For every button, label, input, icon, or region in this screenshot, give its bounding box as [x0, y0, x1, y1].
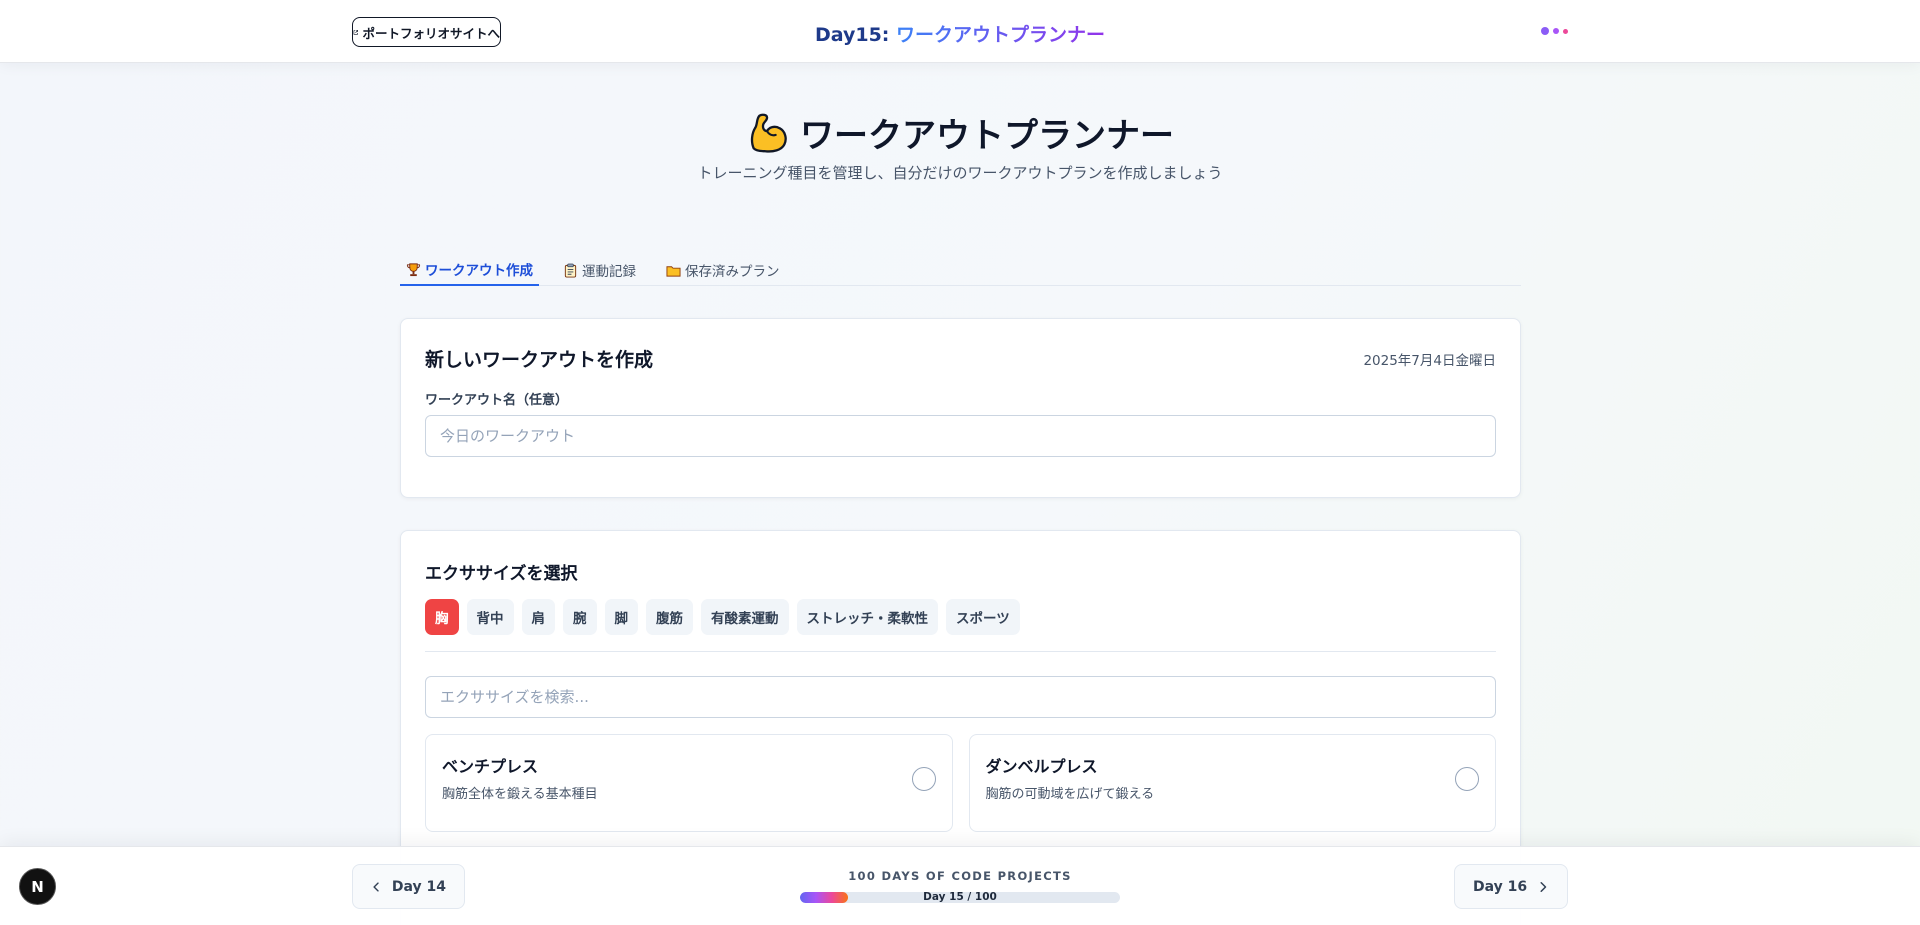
tab-saved-plans[interactable]: 保存済みプラン — [660, 254, 786, 286]
tab-exercise-log[interactable]: 運動記録 — [557, 254, 642, 286]
category-stretch[interactable]: ストレッチ・柔軟性 — [796, 599, 938, 635]
exercise-select-radio[interactable] — [911, 767, 936, 791]
exercise-select-radio[interactable] — [1455, 767, 1479, 791]
page-title: ワークアウトプランナー — [0, 108, 1920, 157]
create-workout-card: 新しいワークアウトを作成 2025年7月4日金曜日 ワークアウト名（任意） — [400, 318, 1521, 498]
folder-icon — [666, 265, 681, 277]
dot — [1563, 28, 1568, 34]
workout-name-input[interactable] — [425, 415, 1496, 457]
header-title-main: ワークアウトプランナー — [896, 24, 1106, 46]
category-shoulders[interactable]: 肩 — [521, 599, 555, 635]
exercise-name: ベンチプレス — [442, 757, 539, 776]
flexed-biceps-icon — [750, 113, 787, 153]
chevron-left-icon — [373, 881, 379, 892]
exercise-name: ダンベルプレス — [985, 757, 1098, 776]
dot — [1553, 28, 1559, 34]
prev-day-label: Day 14 — [391, 878, 446, 895]
tab-label: 保存済みプラン — [685, 264, 780, 280]
category-legs[interactable]: 脚 — [604, 599, 638, 635]
exercise-search-input[interactable] — [425, 676, 1496, 718]
series-label: 100 DAYS OF CODE PROJECTS — [848, 869, 1072, 883]
framework-badge[interactable]: N — [19, 868, 56, 905]
workout-name-label: ワークアウト名（任意） — [425, 393, 569, 408]
category-filter: 胸 背中 肩 腕 脚 腹筋 有酸素運動 ストレッチ・柔軟性 スポーツ — [425, 599, 1020, 635]
category-chest[interactable]: 胸 — [425, 599, 459, 635]
menu-dots-icon[interactable] — [1541, 27, 1568, 35]
bottom-navigation-bar: Day 14 100 DAYS OF CODE PROJECTS Day 15 … — [0, 846, 1920, 925]
header-title-prefix: Day15: — [814, 24, 897, 46]
progress-text: Day 15 / 100 — [923, 891, 997, 903]
header-title: Day15: ワークアウトプランナー — [0, 20, 1920, 47]
exercise-item-bench-press[interactable]: ベンチプレス 胸筋全体を鍛える基本種目 — [425, 734, 953, 832]
tab-create-workout[interactable]: ワークアウト作成 — [400, 254, 539, 286]
trophy-icon — [406, 262, 421, 276]
current-date: 2025年7月4日金曜日 — [1363, 353, 1496, 369]
create-workout-title: 新しいワークアウトを作成 — [425, 349, 654, 371]
page-subtitle: トレーニング種目を管理し、自分だけのワークアウトプランを作成しましょう — [697, 164, 1223, 182]
prev-day-button[interactable]: Day 14 — [352, 864, 465, 909]
exercise-description: 胸筋の可動域を広げて鍛える — [985, 787, 1155, 802]
exercise-select-title: エクササイズを選択 — [425, 564, 578, 584]
category-back[interactable]: 背中 — [466, 599, 514, 635]
dot — [1541, 27, 1549, 35]
exercise-item-dumbbell-press[interactable]: ダンベルプレス 胸筋の可動域を広げて鍛える — [968, 734, 1496, 832]
exercise-list: ベンチプレス 胸筋全体を鍛える基本種目 ダンベルプレス 胸筋の可動域を広げて鍛え… — [425, 734, 1496, 832]
category-cardio[interactable]: 有酸素運動 — [701, 599, 789, 635]
tab-bar: ワークアウト作成 運動記録 保存済みプラン — [400, 254, 1521, 286]
tab-label: ワークアウト作成 — [425, 263, 533, 279]
chevron-right-icon — [1540, 881, 1547, 892]
clipboard-icon — [564, 263, 577, 278]
page-title-text: ワークアウトプランナー — [800, 116, 1174, 156]
next-day-label: Day 16 — [1473, 878, 1528, 895]
tab-label: 運動記録 — [582, 264, 636, 280]
category-sports[interactable]: スポーツ — [946, 599, 1020, 635]
top-bar: ポートフォリオサイトへ Day15: ワークアウトプランナー — [0, 0, 1920, 63]
divider — [425, 651, 1496, 652]
exercise-description: 胸筋全体を鍛える基本種目 — [442, 787, 598, 802]
next-day-button[interactable]: Day 16 — [1454, 864, 1568, 909]
category-arms[interactable]: 腕 — [563, 599, 597, 635]
category-abs[interactable]: 腹筋 — [646, 599, 693, 635]
